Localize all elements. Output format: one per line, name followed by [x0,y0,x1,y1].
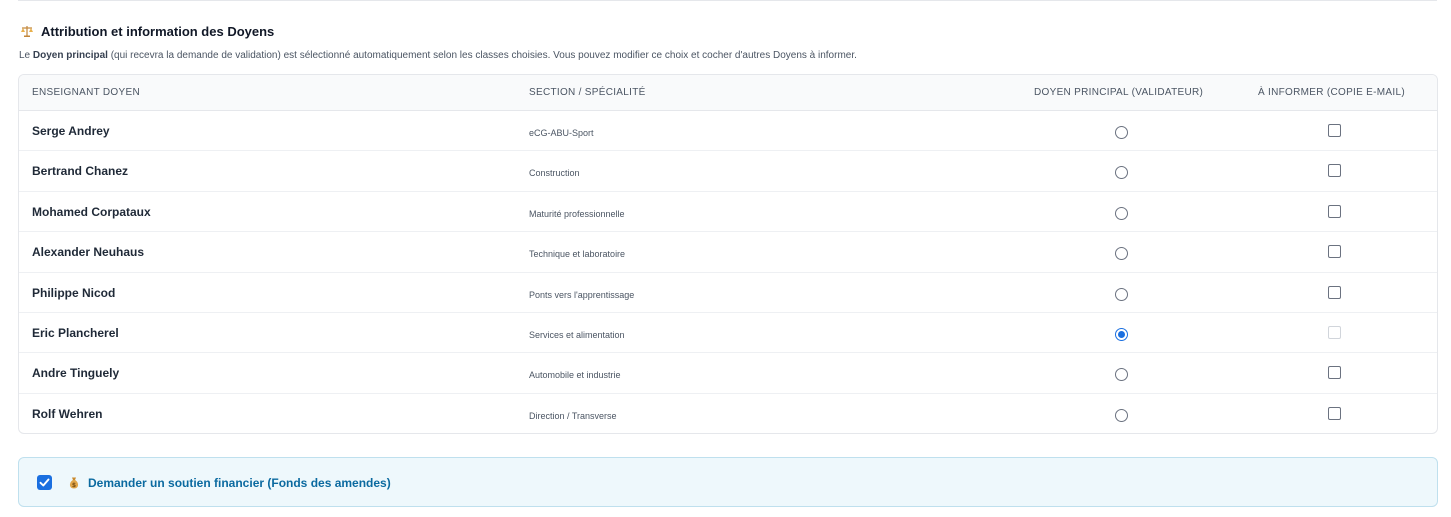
section-header: Attribution et information des Doyens [20,22,274,40]
teacher-section: Maturité professionnelle [529,208,625,219]
principal-radio[interactable] [1115,327,1128,341]
teacher-section: Ponts vers l'apprentissage [529,289,635,300]
description-prefix: Le [19,50,33,61]
header-teacher: ENSEIGNANT DOYEN [32,87,140,98]
teacher-name: Rolf Wehren [32,406,103,421]
table-body: Serge Andrey eCG-ABU-Sport Bertrand Chanez… [19,111,1437,433]
teacher-name: Bertrand Chanez [32,164,129,179]
teacher-name: Serge Andrey [32,124,110,138]
description-bold: Doyen principal [32,50,108,61]
svg-text:$: $ [72,482,76,489]
description-suffix: (qui recevra la demande de validation) e… [107,50,857,61]
inform-checkbox[interactable] [1328,124,1341,137]
table-row: Philippe Nicod Ponts vers l'apprentissage [19,273,1437,313]
table-row: Eric Plancherel Services et alimentation [19,313,1437,354]
balance-scale-icon [20,24,34,38]
header-principal: DOYEN PRINCIPAL (VALIDATEUR) [1034,87,1204,98]
teacher-name: Alexander Neuhaus [32,245,145,260]
inform-checkbox[interactable] [1328,204,1341,218]
table-row: Andre Tinguely Automobile et industrie [19,353,1437,394]
teacher-section: eCG-ABU-Sport [529,128,594,138]
principal-radio[interactable] [1115,166,1128,180]
header-inform: À INFORMER (COPIE E-MAIL) [1258,87,1405,98]
inform-checkbox[interactable] [1328,245,1341,259]
teacher-section: Services et alimentation [529,329,625,340]
section-title: Attribution et information des Doyens [41,23,275,39]
financial-support-box[interactable]: $ Demander un soutien financier (Fonds d… [18,457,1438,507]
teacher-name: Eric Plancherel [32,325,119,340]
money-bag-icon: $ [67,476,81,490]
financial-support-label[interactable]: Demander un soutien financier (Fonds des… [88,475,391,491]
table-row: Serge Andrey eCG-ABU-Sport [19,111,1437,152]
teacher-section: Automobile et industrie [529,370,621,381]
principal-radio[interactable] [1115,287,1128,301]
principal-radio[interactable] [1115,247,1128,261]
table-row: Alexander Neuhaus Technique et laboratoir… [19,232,1437,273]
principal-radio[interactable] [1115,206,1128,220]
inform-checkbox[interactable] [1328,406,1341,420]
teacher-name: Philippe Nicod [32,285,116,300]
inform-checkbox[interactable] [1328,366,1341,380]
header-section: SECTION / SPÉCIALITÉ [529,87,646,98]
inform-checkbox[interactable] [1328,164,1341,178]
inform-checkbox[interactable] [1328,285,1341,299]
financial-support-checkbox[interactable] [37,475,52,490]
table-header: ENSEIGNANT DOYEN SECTION / SPÉCIALITÉ DO… [19,75,1437,111]
principal-radio[interactable] [1115,408,1128,422]
section-description: Le Doyen principal (qui recevra la deman… [19,50,857,61]
principal-radio[interactable] [1115,126,1128,139]
inform-checkbox [1328,325,1341,339]
table-row: Bertrand Chanez Construction [19,151,1437,192]
teacher-section: Direction / Transverse [529,410,617,421]
top-divider [18,0,1437,1]
table-row: Rolf Wehren Direction / Transverse [19,394,1437,433]
teacher-name: Mohamed Corpataux [32,204,151,219]
teacher-name: Andre Tinguely [32,366,120,381]
principal-radio[interactable] [1115,368,1128,382]
teacher-section: Technique et laboratoire [529,249,626,260]
teacher-section: Construction [529,168,580,179]
table-row: Mohamed Corpataux Maturité professionnell… [19,192,1437,233]
doyens-table: ENSEIGNANT DOYEN SECTION / SPÉCIALITÉ DO… [18,74,1438,434]
